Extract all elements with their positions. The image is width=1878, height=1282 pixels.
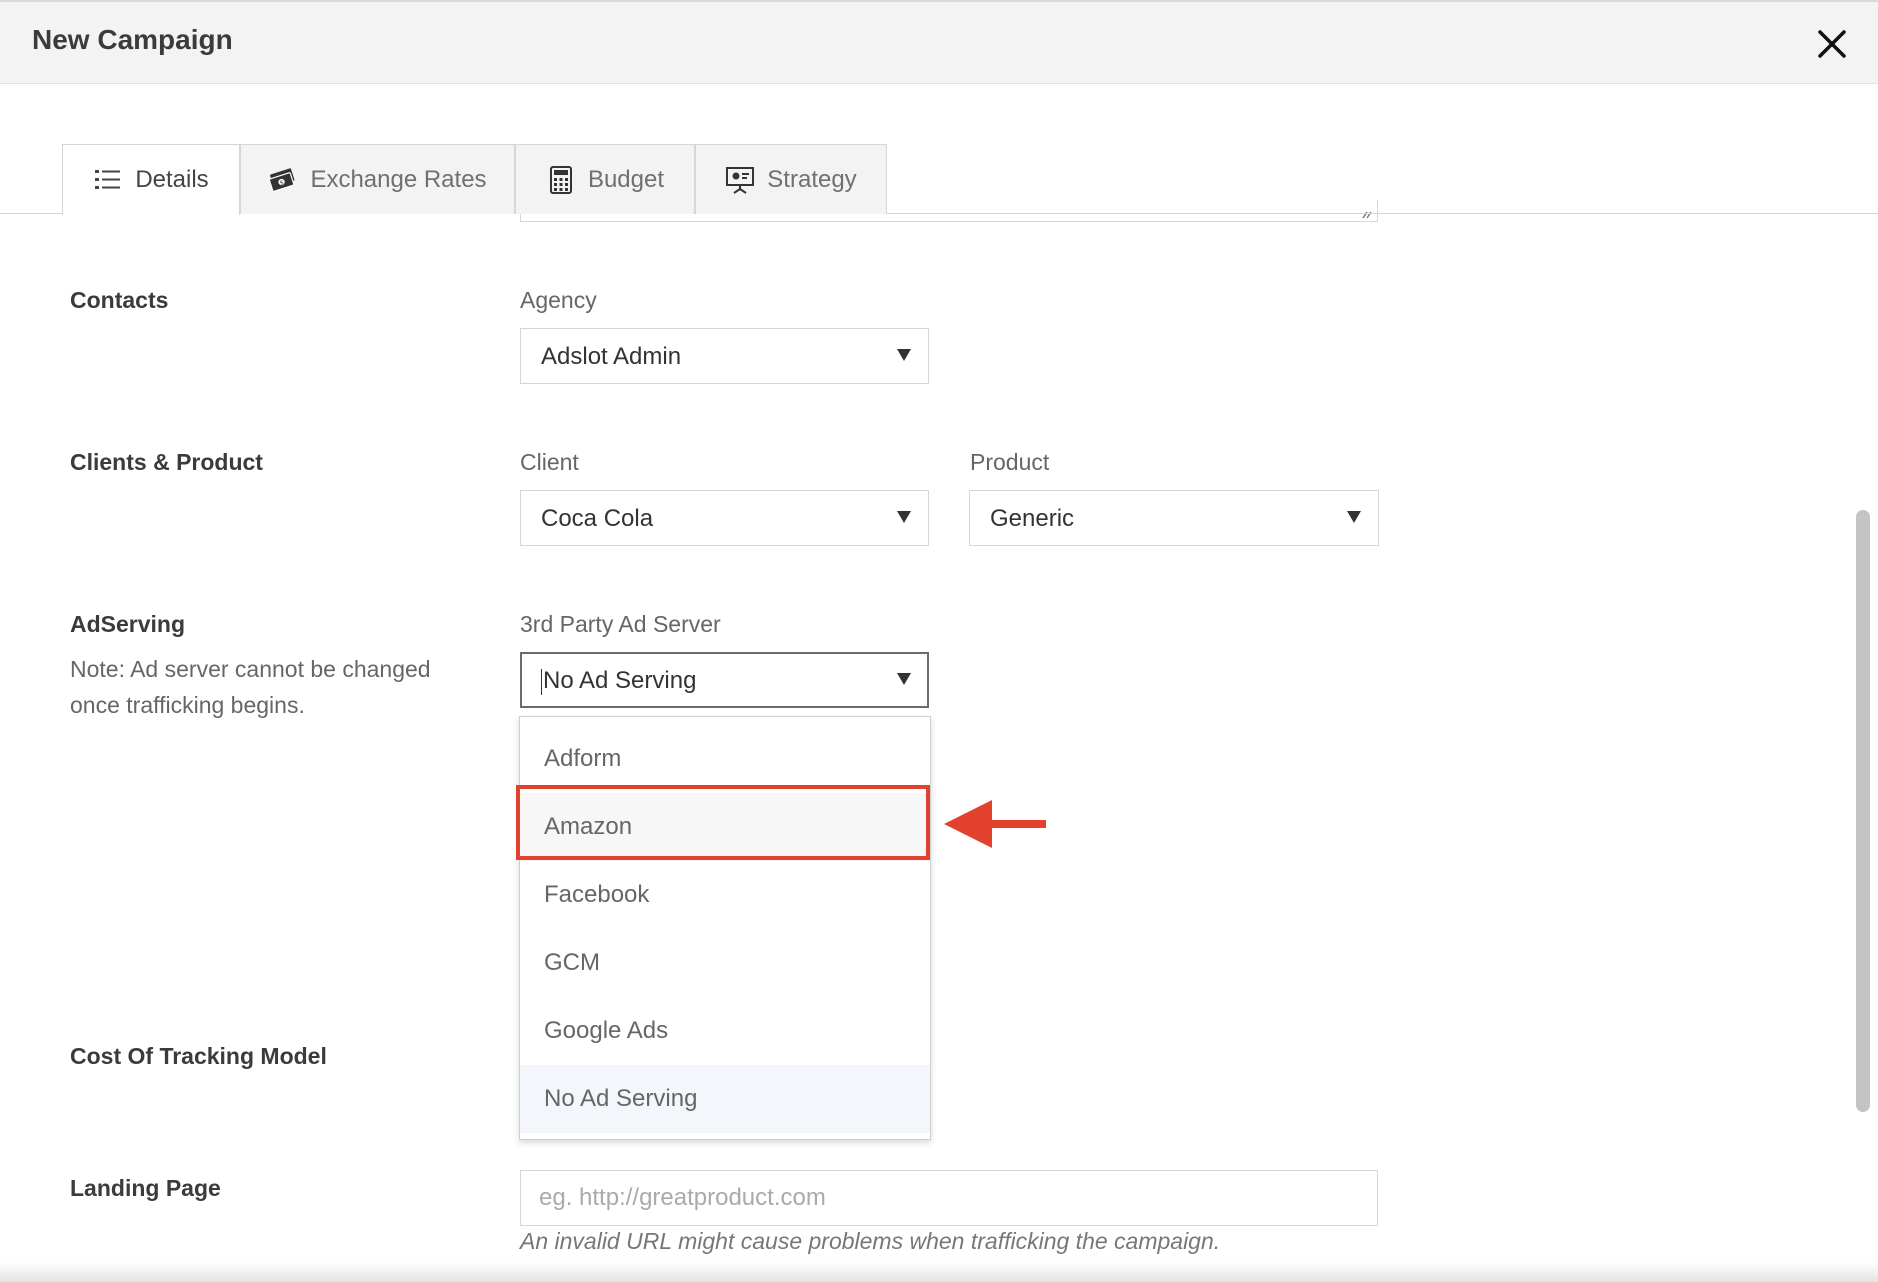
- chevron-down-icon: [896, 672, 912, 686]
- client-label: Client: [520, 449, 579, 475]
- tab-label: Exchange Rates: [310, 165, 487, 193]
- agency-select[interactable]: Adslot Admin: [520, 328, 929, 384]
- option-no-ad-serving[interactable]: No Ad Serving: [520, 1065, 930, 1133]
- ad-server-dropdown: Adform Amazon Facebook GCM Google Ads No…: [519, 716, 931, 1140]
- option-adform[interactable]: Adform: [520, 725, 930, 793]
- product-select[interactable]: Generic: [969, 490, 1379, 546]
- text-cursor: [541, 668, 542, 695]
- adserving-heading: AdServing: [70, 611, 186, 637]
- arrow-left-icon: [944, 800, 1046, 848]
- agency-label: Agency: [520, 287, 597, 313]
- tab-details[interactable]: Details: [62, 144, 240, 215]
- modal-header: New Campaign: [0, 0, 1878, 84]
- clients-product-heading: Clients & Product: [70, 449, 263, 475]
- ad-server-label: 3rd Party Ad Server: [520, 611, 721, 637]
- money-icon: $: [268, 165, 298, 195]
- ad-server-select[interactable]: No Ad Serving: [520, 652, 929, 708]
- landing-page-heading: Landing Page: [70, 1175, 221, 1201]
- close-button[interactable]: [1812, 24, 1852, 64]
- list-icon: [93, 165, 123, 195]
- chevron-down-icon: [1346, 510, 1362, 524]
- tab-bar: Details $ Exchange Rates Budget Strategy: [0, 144, 1878, 215]
- option-amazon[interactable]: Amazon: [520, 793, 930, 861]
- tab-exchange-rates[interactable]: $ Exchange Rates: [240, 144, 515, 214]
- client-value: Coca Cola: [541, 505, 654, 532]
- landing-page-help: An invalid URL might cause problems when…: [520, 1228, 1221, 1254]
- tab-label: Strategy: [767, 165, 857, 193]
- bottom-fade: [0, 1262, 1878, 1282]
- option-facebook[interactable]: Facebook: [520, 861, 930, 929]
- ad-server-value: No Ad Serving: [541, 667, 697, 695]
- presentation-icon: [725, 165, 755, 195]
- cost-tracking-heading: Cost Of Tracking Model: [70, 1043, 327, 1069]
- product-value: Generic: [990, 505, 1075, 532]
- scrollbar-thumb[interactable]: [1856, 510, 1870, 1112]
- client-select[interactable]: Coca Cola: [520, 490, 929, 546]
- option-google-ads[interactable]: Google Ads: [520, 997, 930, 1065]
- chevron-down-icon: [896, 510, 912, 524]
- product-label: Product: [970, 449, 1050, 475]
- tab-budget[interactable]: Budget: [515, 144, 695, 214]
- calculator-icon: [546, 165, 576, 195]
- contacts-heading: Contacts: [70, 287, 169, 313]
- agency-value: Adslot Admin: [541, 343, 682, 370]
- tab-label: Budget: [587, 165, 665, 193]
- tab-label: Details: [135, 166, 209, 193]
- adserving-note: Note: Ad server cannot be changed once t…: [70, 656, 431, 718]
- close-icon: [1818, 30, 1846, 58]
- modal-title: New Campaign: [32, 24, 233, 55]
- tab-strategy[interactable]: Strategy: [695, 144, 887, 214]
- chevron-down-icon: [896, 348, 912, 362]
- option-gcm[interactable]: GCM: [520, 929, 930, 997]
- landing-page-input[interactable]: [520, 1170, 1378, 1226]
